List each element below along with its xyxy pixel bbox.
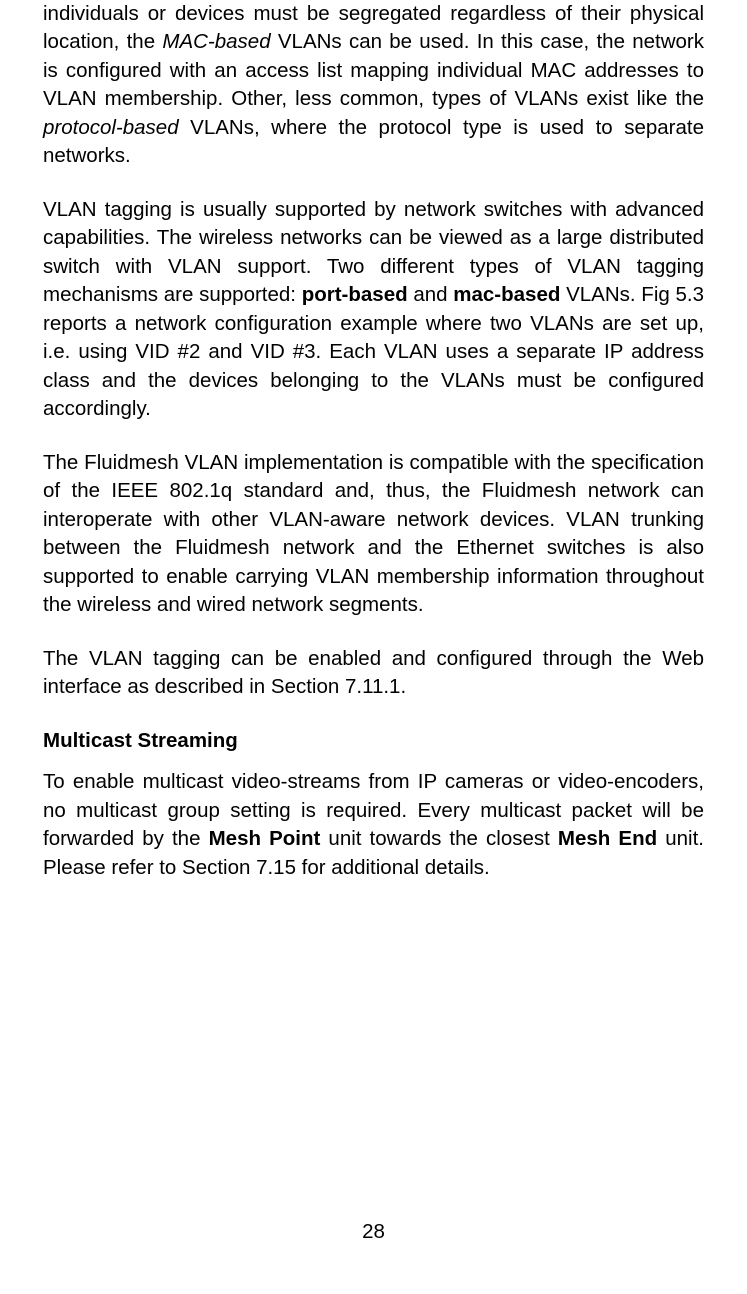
italic-text: MAC-based [162, 30, 270, 53]
italic-text: protocol-based [43, 116, 179, 139]
bold-text: Mesh End [558, 827, 657, 850]
bold-text: port-based [302, 283, 408, 306]
paragraph-5: To enable multicast video-streams from I… [43, 768, 704, 882]
paragraph-2: VLAN tagging is usually supported by net… [43, 196, 704, 424]
bold-text: mac-based [453, 283, 560, 306]
text: and [408, 283, 454, 306]
text: unit towards the closest [320, 827, 558, 850]
paragraph-4: The VLAN tagging can be enabled and conf… [43, 645, 704, 702]
paragraph-1: individuals or devices must be segregate… [43, 0, 704, 171]
page-number: 28 [0, 1220, 747, 1244]
document-content: individuals or devices must be segregate… [43, 0, 704, 882]
paragraph-3: The Fluidmesh VLAN implementation is com… [43, 449, 704, 620]
bold-text: Mesh Point [209, 827, 321, 850]
section-heading: Multicast Streaming [43, 727, 704, 755]
